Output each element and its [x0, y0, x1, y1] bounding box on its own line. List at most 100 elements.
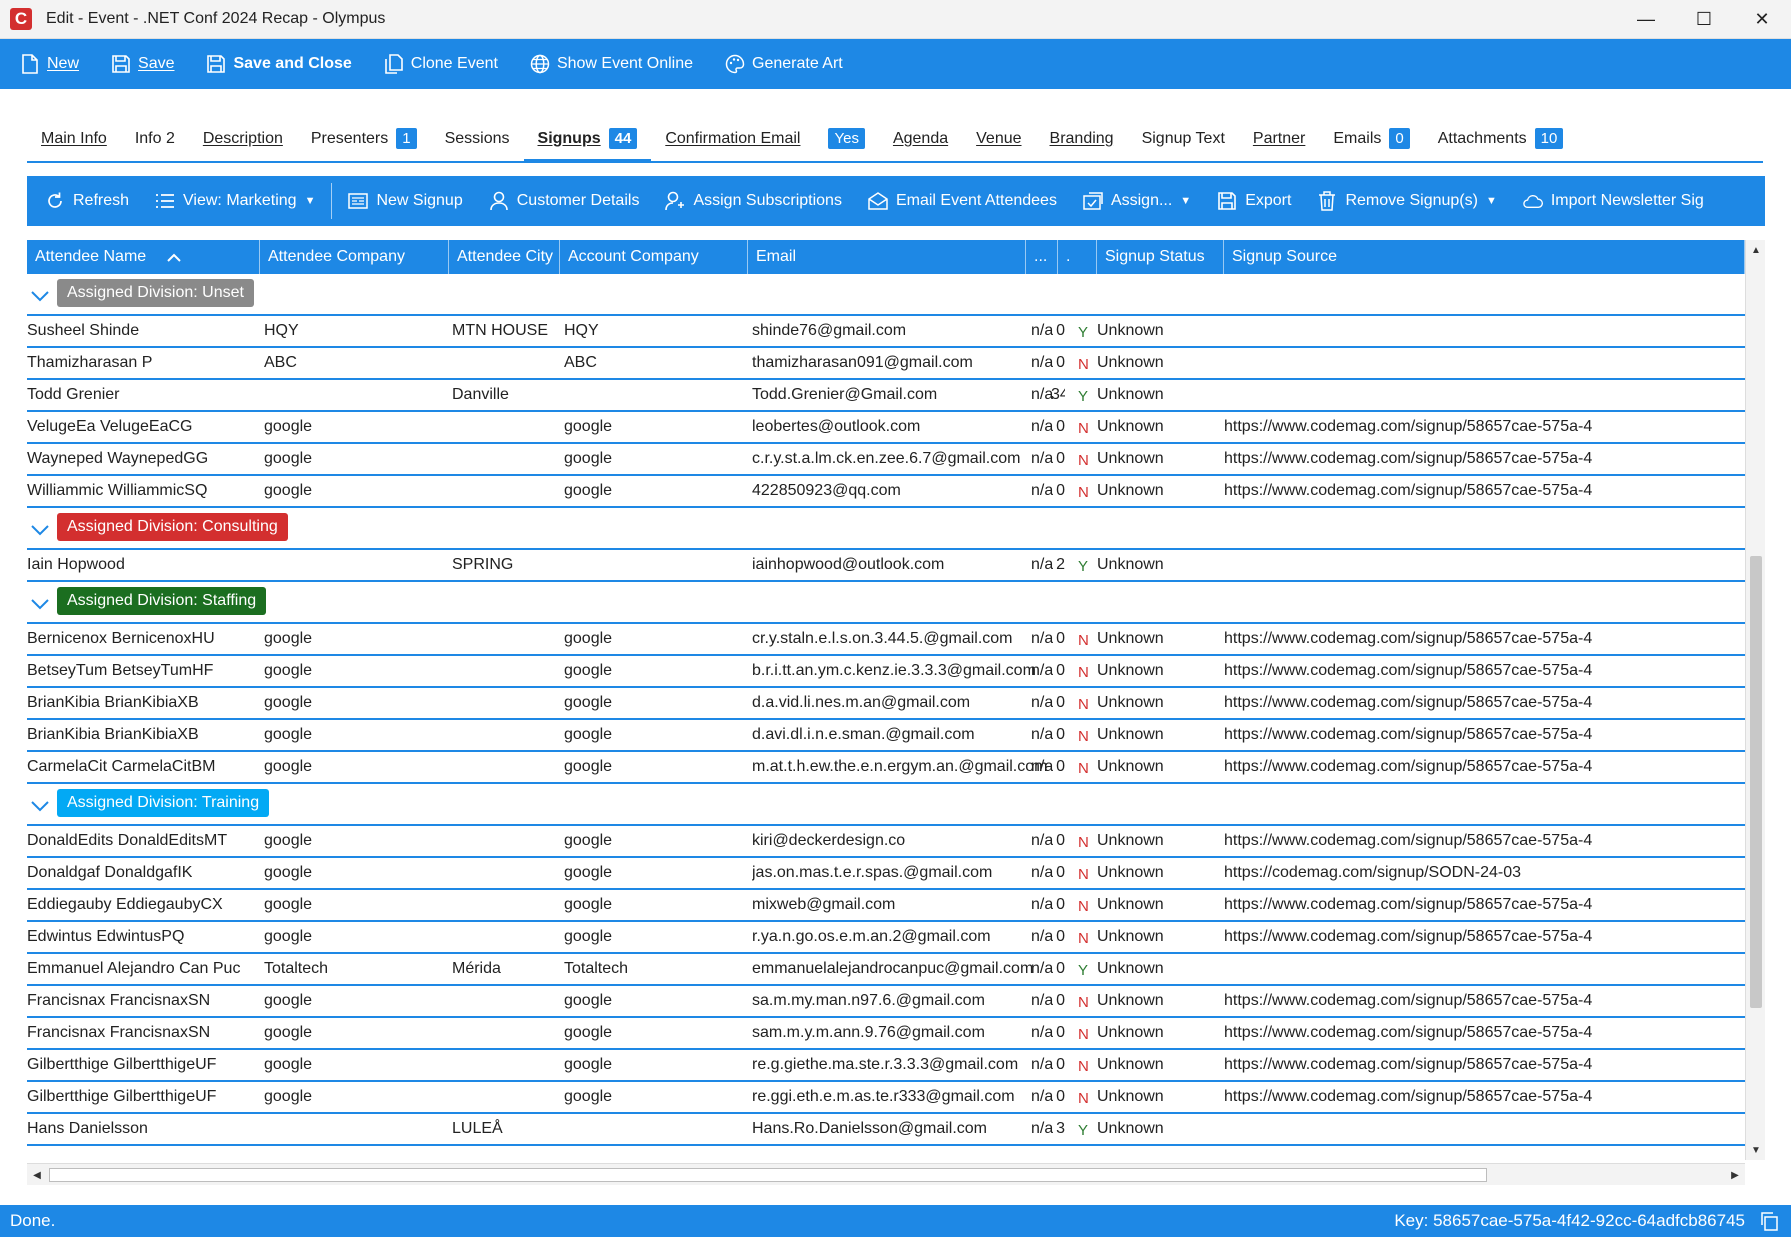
caret-down-icon: ▼ [1485, 195, 1497, 207]
table-row[interactable]: BetseyTum BetseyTumHF google google b.r.i.t… [27, 656, 1745, 688]
cell-attendee-company: google [264, 418, 313, 435]
column-header-ellipsis-column[interactable]: ... [1026, 240, 1058, 274]
chevron-down-icon[interactable] [29, 794, 53, 818]
table-row[interactable]: DonaldEdits DonaldEditsMT google google kir… [27, 826, 1745, 858]
cell-ellipsis-value: n/a [1031, 896, 1054, 913]
cell-attendee-name: Bernicenox BernicenoxHU [27, 630, 215, 647]
generate-art-button[interactable]: Generate Art [725, 54, 843, 74]
cell-ellipsis-value: n/a [1031, 928, 1054, 945]
column-header-account-company[interactable]: Account Company [560, 240, 748, 274]
table-row[interactable]: BrianKibia BrianKibiaXB google google d.a.v… [27, 688, 1745, 720]
cell-count-value: 0 [1056, 418, 1065, 435]
new-signup-button[interactable]: New Signup [348, 191, 463, 211]
table-row[interactable]: Donaldgaf DonaldgafIK google google jas.on.… [27, 858, 1745, 890]
tab-sessions[interactable]: Sessions [431, 116, 524, 161]
column-header-attendee-company[interactable]: Attendee Company [260, 240, 449, 274]
clone-event-button[interactable]: Clone Event [384, 54, 498, 74]
column-header-signup-status[interactable]: Signup Status [1097, 240, 1224, 274]
table-row[interactable]: Eddiegauby EddiegaubyCX google google mixwe… [27, 890, 1745, 922]
save-button[interactable]: Save [111, 54, 174, 74]
show-event-online-label: Show Event Online [556, 55, 694, 72]
show-event-online-button[interactable]: Show Event Online [530, 54, 693, 74]
table-row[interactable]: CarmelaCit CarmelaCitBM google google m.at.… [27, 752, 1745, 784]
export-button[interactable]: Export [1217, 191, 1291, 211]
assign-dropdown-button[interactable]: Assign... ▼ [1083, 191, 1191, 211]
table-row[interactable]: Francisnax FrancisnaxSN google google sa.m.… [27, 986, 1745, 1018]
cell-email: sa.m.my.man.n97.6.@gmail.com [752, 992, 985, 1009]
tab-attachments[interactable]: Attachments 10 [1424, 116, 1578, 161]
scroll-up-arrow-icon[interactable]: ▲ [1746, 240, 1766, 260]
table-row[interactable]: Iain Hopwood SPRING iainhopwood@outlook.co… [27, 550, 1745, 582]
table-row[interactable]: Edwintus EdwintusPQ google google r.ya.n.go… [27, 922, 1745, 954]
table-row[interactable]: Thamizharasan P ABC ABC thamizharasan091@gm… [27, 348, 1745, 380]
email-event-attendees-button[interactable]: Email Event Attendees [868, 191, 1057, 211]
customer-details-button[interactable]: Customer Details [489, 191, 639, 211]
cell-signup-status: Unknown [1097, 450, 1164, 467]
table-row[interactable]: Hans Danielsson LULEÅ Hans.Ro.Danielsson@g… [27, 1114, 1745, 1146]
cell-account-company: google [564, 758, 613, 775]
tab-branding[interactable]: Branding [1036, 116, 1128, 161]
cell-attendee-company: google [264, 630, 313, 647]
save-and-close-button[interactable]: Save and Close [206, 54, 352, 74]
assign-subscriptions-button[interactable]: Assign Subscriptions [665, 191, 842, 211]
cell-yes-no-flag: N [1078, 1090, 1089, 1107]
chevron-down-icon[interactable] [29, 518, 53, 542]
table-row[interactable]: BrianKibia BrianKibiaXB google google d.avi… [27, 720, 1745, 752]
cell-attendee-name: Donaldgaf DonaldgafIK [27, 864, 193, 881]
table-row[interactable]: Bernicenox BernicenoxHU google google cr.y.… [27, 624, 1745, 656]
maximize-button[interactable]: ☐ [1675, 0, 1733, 39]
refresh-button[interactable]: Refresh [45, 191, 129, 211]
horizontal-scrollbar[interactable]: ◀ ▶ [27, 1163, 1745, 1185]
import-newsletter-button[interactable]: Import Newsletter Sig [1523, 191, 1704, 211]
scroll-thumb[interactable] [1750, 556, 1762, 1008]
tab-emails[interactable]: Emails 0 [1319, 116, 1423, 161]
window-controls: — ☐ ✕ [1617, 0, 1791, 39]
tab-venue[interactable]: Venue [962, 116, 1035, 161]
tab-info-2[interactable]: Info 2 [121, 116, 189, 161]
table-row[interactable]: VelugeEa VelugeEaCG google google leobertes… [27, 412, 1745, 444]
tab-agenda[interactable]: Agenda [879, 116, 962, 161]
cell-count-value: 0 [1056, 864, 1065, 881]
minimize-button[interactable]: — [1617, 0, 1675, 39]
column-header-attendee-name[interactable]: Attendee Name [27, 240, 260, 274]
cell-email: iainhopwood@outlook.com [752, 556, 945, 573]
column-header-email[interactable]: Email [748, 240, 1026, 274]
view-selector-dropdown[interactable]: View: Marketing ▼ [155, 191, 315, 211]
tab-description[interactable]: Description [189, 116, 297, 161]
refresh-label: Refresh [73, 192, 130, 209]
tab-signup-text[interactable]: Signup Text [1128, 116, 1239, 161]
cell-yes-no-flag: N [1078, 484, 1089, 501]
table-row[interactable]: Gilbertthige GilbertthigeUF google google r… [27, 1050, 1745, 1082]
close-window-button[interactable]: ✕ [1733, 0, 1791, 39]
cell-ellipsis-value: n/a [1031, 386, 1054, 403]
table-row[interactable]: Williammic WilliammicSQ google google 42285… [27, 476, 1745, 508]
new-button[interactable]: New [20, 54, 79, 74]
tab-confirmation-email[interactable]: Confirmation Email Yes [651, 116, 879, 161]
table-row[interactable]: Gilbertthige GilbertthigeUF google google r… [27, 1082, 1745, 1114]
tab-main-info[interactable]: Main Info [27, 116, 121, 161]
column-header-attendee-city[interactable]: Attendee City [449, 240, 560, 274]
remove-signups-button[interactable]: Remove Signup(s) ▼ [1317, 191, 1497, 211]
chevron-down-icon[interactable] [29, 284, 53, 308]
table-row[interactable]: Susheel Shinde HQY MTN HOUSE HQY shinde76@gm… [27, 316, 1745, 348]
tab-partner[interactable]: Partner [1239, 116, 1319, 161]
table-row[interactable]: Francisnax FrancisnaxSN google google sam.m… [27, 1018, 1745, 1050]
copy-icon[interactable] [1759, 1211, 1779, 1231]
cell-signup-status: Unknown [1097, 1056, 1164, 1073]
column-header-signup-source[interactable]: Signup Source [1224, 240, 1745, 274]
cell-signup-status: Unknown [1097, 864, 1164, 881]
table-row[interactable]: Emmanuel Alejandro Can Puc Totaltech Mérid… [27, 954, 1745, 986]
scroll-left-arrow-icon[interactable]: ◀ [27, 1164, 47, 1186]
cell-signup-source: https://www.codemag.com/signup/58657cae-… [1224, 992, 1593, 1009]
table-row[interactable]: Todd Grenier Danville Todd.Grenier@Gmail.c… [27, 380, 1745, 412]
scroll-down-arrow-icon[interactable]: ▼ [1746, 1140, 1766, 1160]
tab-presenters[interactable]: Presenters 1 [297, 116, 431, 161]
column-header-dot-column[interactable]: . [1058, 240, 1097, 274]
scroll-thumb[interactable] [49, 1168, 1487, 1182]
chevron-down-icon[interactable] [29, 592, 53, 616]
vertical-scrollbar[interactable]: ▲ ▼ [1745, 240, 1765, 1160]
scroll-right-arrow-icon[interactable]: ▶ [1725, 1164, 1745, 1186]
tab-signups[interactable]: Signups 44 [523, 116, 652, 163]
table-row[interactable]: Wayneped WaynepedGG google google c.r.y.st.… [27, 444, 1745, 476]
refresh-icon [45, 191, 65, 211]
